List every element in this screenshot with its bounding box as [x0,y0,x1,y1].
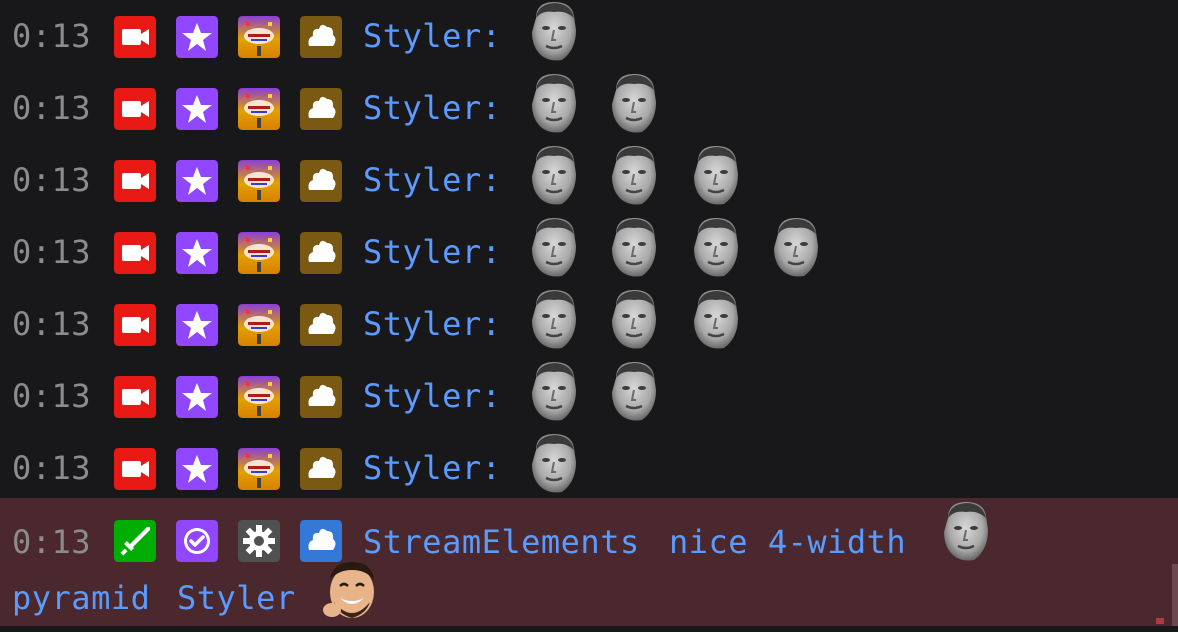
broadcaster-camera-icon[interactable] [114,232,156,274]
username[interactable]: Styler: [363,232,501,272]
message-text: nice 4-width [669,523,907,561]
username[interactable]: Styler: [363,304,501,344]
chat-message-row: 0:13 Styler: [0,288,1178,360]
highlighted-chat-message: 0:13 StreamElements nice 4-width pyramid Sty… [0,498,1178,626]
kappa-emote-icon[interactable] [606,360,662,422]
timestamp: 0:13 [12,161,92,199]
prime-star-icon[interactable] [176,304,218,346]
kappa-emote-icon[interactable] [938,500,994,562]
prime-star-icon[interactable] [176,232,218,274]
cheer-cloud-blue-icon[interactable] [300,520,342,562]
username[interactable]: Styler: [363,448,501,488]
username-mention[interactable]: Styler [177,578,296,618]
kappa-emote-icon[interactable] [606,216,662,278]
timestamp: 0:13 [12,233,92,271]
username[interactable]: Styler: [363,88,501,128]
chat-message-row: 0:13 Styler: [0,144,1178,216]
kappa-emote-icon[interactable] [526,360,582,422]
broadcaster-camera-icon[interactable] [114,376,156,418]
kappa-emote-icon[interactable] [526,144,582,206]
resize-handle[interactable] [1156,618,1164,624]
cheer-cloud-icon[interactable] [300,448,342,490]
cheer-cloud-icon[interactable] [300,88,342,130]
timestamp: 0:13 [12,305,92,343]
prime-star-icon[interactable] [176,88,218,130]
broadcaster-camera-icon[interactable] [114,448,156,490]
broadcaster-camera-icon[interactable] [114,16,156,58]
cheer-cloud-icon[interactable] [300,160,342,202]
timestamp: 0:13 [12,89,92,127]
chat-message-row: 0:13 Styler: [0,0,1178,72]
verified-check-icon[interactable] [176,520,218,562]
subscriber-badge-icon[interactable] [238,88,280,130]
kappa-emote-icon[interactable] [606,144,662,206]
username[interactable]: Styler: [363,16,501,56]
prime-star-icon[interactable] [176,448,218,490]
kappa-emote-icon[interactable] [526,0,582,62]
chat-message-row: 0:13 Styler: [0,360,1178,432]
subscriber-badge-icon[interactable] [238,448,280,490]
username[interactable]: Styler: [363,376,501,416]
laughing-man-emote-icon[interactable] [316,558,386,624]
kappa-emote-icon[interactable] [688,144,744,206]
kappa-emote-icon[interactable] [688,216,744,278]
cheer-cloud-icon[interactable] [300,232,342,274]
timestamp: 0:13 [12,17,92,55]
kappa-emote-icon[interactable] [526,288,582,350]
subscriber-badge-icon[interactable] [238,16,280,58]
subscriber-badge-icon[interactable] [238,304,280,346]
settings-gear-icon[interactable] [238,520,280,562]
message-text: pyramid [12,579,151,617]
timestamp: 0:13 [12,449,92,487]
chat-message-row: 0:13 Styler: [0,72,1178,144]
subscriber-badge-icon[interactable] [238,160,280,202]
scrollbar[interactable] [1172,564,1178,626]
kappa-emote-icon[interactable] [526,72,582,134]
subscriber-badge-icon[interactable] [238,376,280,418]
chat-message-row: 0:13 Styler: [0,432,1178,504]
cheer-cloud-icon[interactable] [300,16,342,58]
subscriber-badge-icon[interactable] [238,232,280,274]
kappa-emote-icon[interactable] [688,288,744,350]
kappa-emote-icon[interactable] [606,72,662,134]
kappa-emote-icon[interactable] [526,432,582,494]
chat-message-row: 0:13 Styler: [0,216,1178,288]
prime-star-icon[interactable] [176,16,218,58]
kappa-emote-icon[interactable] [526,216,582,278]
moderator-sword-icon[interactable] [114,520,156,562]
username[interactable]: Styler: [363,160,501,200]
timestamp: 0:13 [12,523,92,561]
broadcaster-camera-icon[interactable] [114,160,156,202]
cheer-cloud-icon[interactable] [300,304,342,346]
kappa-emote-icon[interactable] [606,288,662,350]
prime-star-icon[interactable] [176,160,218,202]
prime-star-icon[interactable] [176,376,218,418]
cheer-cloud-icon[interactable] [300,376,342,418]
chat-log: 0:13 Styler: 0:13 Styler: 0:13 Styler: 0:13 Sty… [0,0,1178,632]
timestamp: 0:13 [12,377,92,415]
broadcaster-camera-icon[interactable] [114,304,156,346]
username[interactable]: StreamElements [363,522,640,562]
kappa-emote-icon[interactable] [768,216,824,278]
broadcaster-camera-icon[interactable] [114,88,156,130]
